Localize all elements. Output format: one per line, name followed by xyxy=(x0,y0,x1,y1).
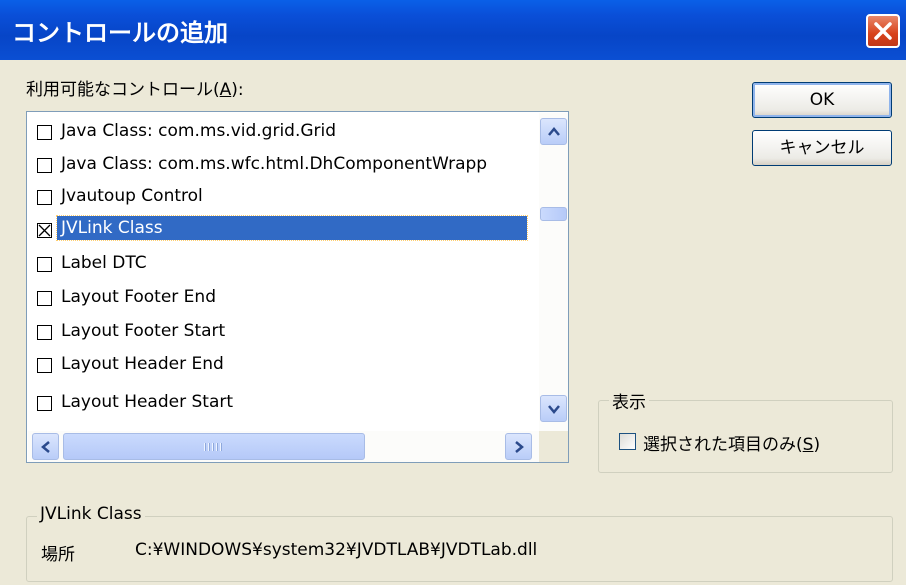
item-checkbox[interactable] xyxy=(37,358,52,373)
list-item-label: Java Class: com.ms.vid.grid.Grid xyxy=(61,121,337,141)
list-item[interactable]: Java Class: com.ms.vid.grid.Grid xyxy=(35,117,535,149)
ok-button[interactable]: OK xyxy=(752,82,892,118)
item-checkbox[interactable] xyxy=(37,291,52,306)
scroll-left-button[interactable] xyxy=(32,433,59,460)
list-item-label: Layout Footer Start xyxy=(61,321,226,341)
item-checkbox[interactable] xyxy=(37,325,52,340)
scroll-up-button[interactable] xyxy=(540,118,567,145)
list-item[interactable]: Layout Header End xyxy=(35,350,535,382)
selected-only-label[interactable]: 選択された項目のみ(S) xyxy=(643,430,820,455)
selected-only-checkbox[interactable] xyxy=(619,433,636,450)
list-item-label: Layout Header Start xyxy=(61,392,234,412)
scrollbar-corner xyxy=(539,431,568,462)
close-button[interactable] xyxy=(866,14,900,48)
item-checkbox[interactable] xyxy=(37,158,52,173)
info-group: JVLink Class 場所 C:¥WINDOWS¥system32¥JVDT… xyxy=(26,504,893,582)
item-checkbox[interactable] xyxy=(37,190,52,205)
list-item-label: Java Class: com.ms.wfc.html.DhComponentW… xyxy=(61,154,488,174)
list-item[interactable]: Layout Footer End xyxy=(35,283,535,315)
grip-icon xyxy=(204,443,224,451)
available-controls-label: 利用可能なコントロール(A): xyxy=(26,80,244,100)
scroll-right-button[interactable] xyxy=(505,433,532,460)
vertical-scrollbar[interactable] xyxy=(539,113,568,431)
item-checkbox[interactable] xyxy=(37,257,52,272)
list-item-label: JVLink Class xyxy=(56,215,528,241)
title-bar[interactable]: コントロールの追加 xyxy=(0,0,906,60)
item-checkbox-checked[interactable] xyxy=(37,223,52,238)
list-item[interactable]: Jvautoup Control xyxy=(35,182,535,214)
window-title: コントロールの追加 xyxy=(12,19,228,47)
item-checkbox[interactable] xyxy=(37,396,52,411)
item-checkbox[interactable] xyxy=(37,125,52,140)
cancel-button[interactable]: キャンセル xyxy=(752,130,892,166)
list-item[interactable]: Layout Header Start xyxy=(35,388,535,420)
horizontal-scrollbar[interactable] xyxy=(28,431,539,462)
display-group-title: 表示 xyxy=(609,388,649,413)
controls-listbox[interactable]: Java Class: com.ms.vid.grid.Grid Java Cl… xyxy=(26,111,569,463)
list-item[interactable]: Layout Footer Start xyxy=(35,317,535,349)
location-value: C:¥WINDOWS¥system32¥JVDTLAB¥JVDTLab.dll xyxy=(135,540,538,560)
location-label: 場所 xyxy=(41,545,75,565)
list-item[interactable]: Label DTC xyxy=(35,249,535,281)
list-item-selected[interactable]: JVLink Class xyxy=(35,215,535,247)
horizontal-scroll-thumb[interactable] xyxy=(63,433,365,460)
vertical-scroll-thumb[interactable] xyxy=(540,207,567,221)
scroll-down-button[interactable] xyxy=(540,395,567,422)
list-item[interactable]: Java Class: com.ms.wfc.html.DhComponentW… xyxy=(35,150,535,182)
list-item-label: Layout Header End xyxy=(61,354,224,374)
info-group-title: JVLink Class xyxy=(37,504,145,524)
list-item-label: Layout Footer End xyxy=(61,287,216,307)
list-item-label: Label DTC xyxy=(61,253,147,273)
display-group: 表示 選択された項目のみ(S) xyxy=(598,388,893,473)
list-item-label: Jvautoup Control xyxy=(61,186,203,206)
